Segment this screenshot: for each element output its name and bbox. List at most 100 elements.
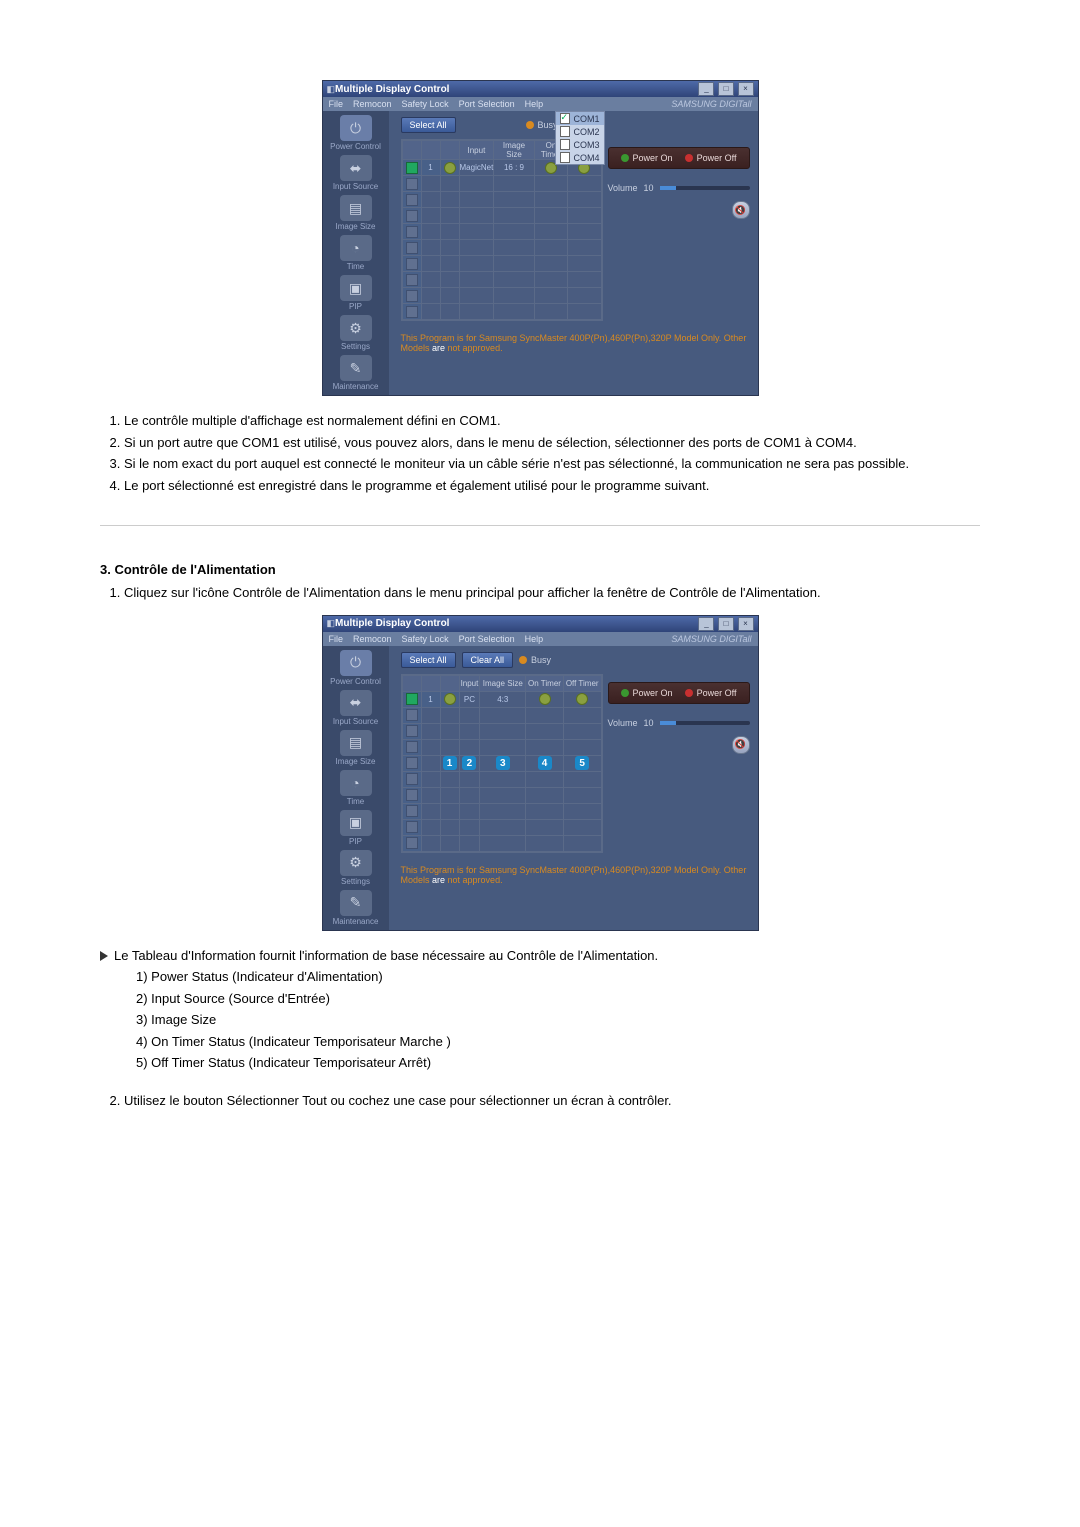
power-off-button[interactable]: Power Off — [685, 153, 737, 163]
table-row[interactable] — [402, 272, 601, 288]
sidebar-item-time[interactable]: ◔Time — [328, 770, 384, 806]
sidebar-item-input-source[interactable]: ⬌Input Source — [328, 155, 384, 191]
row-checkbox[interactable] — [406, 178, 418, 190]
sidebar-item-time[interactable]: ◔Time — [328, 235, 384, 271]
table-row[interactable] — [402, 224, 601, 240]
row-checkbox[interactable] — [406, 693, 418, 705]
table-row[interactable] — [402, 787, 601, 803]
minimize-button[interactable]: _ — [698, 617, 714, 631]
sub-item: 3) Image Size — [136, 1010, 980, 1030]
row-checkbox[interactable] — [406, 162, 418, 174]
list-item: Le contrôle multiple d'affichage est nor… — [124, 411, 980, 431]
power-off-button[interactable]: Power Off — [685, 688, 737, 698]
row-checkbox[interactable] — [406, 741, 418, 753]
row-checkbox[interactable] — [406, 757, 418, 769]
display-table: InputImage SizeOn TimerOff Timer 1PC4:3 … — [401, 674, 603, 853]
table-row[interactable] — [402, 304, 601, 320]
table-row[interactable] — [402, 240, 601, 256]
menu-safety-lock[interactable]: Safety Lock — [402, 634, 449, 644]
table-row[interactable] — [402, 739, 601, 755]
table-row[interactable] — [402, 723, 601, 739]
row-checkbox[interactable] — [406, 789, 418, 801]
mute-button[interactable]: 🔇 — [732, 201, 750, 219]
row-checkbox[interactable] — [406, 258, 418, 270]
power-on-button[interactable]: Power On — [621, 153, 673, 163]
sidebar-item-maintenance[interactable]: ✎Maintenance — [328, 355, 384, 391]
port-option-com1[interactable]: COM1 — [556, 112, 604, 125]
callout-5: 5 — [575, 756, 589, 770]
table-row[interactable] — [402, 288, 601, 304]
row-checkbox[interactable] — [406, 837, 418, 849]
clear-all-button[interactable]: Clear All — [462, 652, 514, 668]
row-checkbox[interactable] — [406, 274, 418, 286]
sidebar-item-settings[interactable]: ⚙Settings — [328, 850, 384, 886]
red-dot-icon — [685, 689, 693, 697]
sub-item: 4) On Timer Status (Indicateur Temporisa… — [136, 1032, 980, 1052]
menu-file[interactable]: File — [329, 634, 344, 644]
table-row[interactable] — [402, 803, 601, 819]
row-checkbox[interactable] — [406, 725, 418, 737]
port-option-com4[interactable]: COM4 — [556, 151, 604, 164]
busy-dot-icon — [526, 121, 534, 129]
select-all-button[interactable]: Select All — [401, 652, 456, 668]
menu-remocon[interactable]: Remocon — [353, 99, 392, 109]
sidebar-item-pip[interactable]: ▣PIP — [328, 810, 384, 846]
table-row-callouts: 12345 — [402, 755, 601, 771]
row-checkbox[interactable] — [406, 242, 418, 254]
row-checkbox[interactable] — [406, 773, 418, 785]
table-row[interactable] — [402, 256, 601, 272]
window-title: Multiple Display Control — [335, 618, 697, 629]
row-checkbox[interactable] — [406, 306, 418, 318]
volume-label: Volume — [608, 183, 638, 193]
row-checkbox[interactable] — [406, 709, 418, 721]
volume-slider[interactable] — [660, 186, 750, 190]
row-checkbox[interactable] — [406, 805, 418, 817]
menu-port-selection[interactable]: Port Selection — [459, 99, 515, 109]
mute-button[interactable]: 🔇 — [732, 736, 750, 754]
power-on-button[interactable]: Power On — [621, 688, 673, 698]
sidebar-item-settings[interactable]: ⚙Settings — [328, 315, 384, 351]
close-button[interactable]: × — [738, 82, 754, 96]
sidebar-item-power-control[interactable]: ⏻Power Control — [328, 650, 384, 686]
menu-help[interactable]: Help — [525, 634, 544, 644]
menu-safety-lock[interactable]: Safety Lock — [402, 99, 449, 109]
menu-file[interactable]: File — [329, 99, 344, 109]
sidebar-item-input-source[interactable]: ⬌Input Source — [328, 690, 384, 726]
close-button[interactable]: × — [738, 617, 754, 631]
maximize-button[interactable]: □ — [718, 82, 734, 96]
row-checkbox[interactable] — [406, 194, 418, 206]
table-row[interactable] — [402, 192, 601, 208]
work-area: ⏻Power Control ⬌Input Source ▤Image Size… — [323, 646, 758, 930]
volume-label: Volume — [608, 718, 638, 728]
table-row[interactable]: 1PC4:3 — [402, 691, 601, 707]
maximize-button[interactable]: □ — [718, 617, 734, 631]
table-row[interactable] — [402, 707, 601, 723]
select-all-button[interactable]: Select All — [401, 117, 456, 133]
sidebar-item-image-size[interactable]: ▤Image Size — [328, 195, 384, 231]
menu-port-selection[interactable]: Port Selection — [459, 634, 515, 644]
title-bar: ◧ Multiple Display Control _ □ × — [323, 616, 758, 632]
table-row[interactable] — [402, 819, 601, 835]
menu-help[interactable]: Help — [525, 99, 544, 109]
status-on-icon — [444, 162, 456, 174]
menu-remocon[interactable]: Remocon — [353, 634, 392, 644]
document-page: ◧ Multiple Display Control _ □ × File Re… — [0, 0, 1080, 1200]
table-row[interactable] — [402, 771, 601, 787]
row-checkbox[interactable] — [406, 226, 418, 238]
table-row[interactable] — [402, 835, 601, 851]
sidebar-item-pip[interactable]: ▣PIP — [328, 275, 384, 311]
port-option-com2[interactable]: COM2 — [556, 125, 604, 138]
table-row[interactable] — [402, 176, 601, 192]
list-item: Utilisez le bouton Sélectionner Tout ou … — [124, 1091, 980, 1111]
sidebar-item-power-control[interactable]: ⏻Power Control — [328, 115, 384, 151]
port-option-com3[interactable]: COM3 — [556, 138, 604, 151]
app-window-2: ◧ Multiple Display Control _ □ × File Re… — [322, 615, 759, 931]
table-row[interactable] — [402, 208, 601, 224]
row-checkbox[interactable] — [406, 821, 418, 833]
row-checkbox[interactable] — [406, 290, 418, 302]
row-checkbox[interactable] — [406, 210, 418, 222]
sidebar-item-maintenance[interactable]: ✎Maintenance — [328, 890, 384, 926]
minimize-button[interactable]: _ — [698, 82, 714, 96]
sidebar-item-image-size[interactable]: ▤Image Size — [328, 730, 384, 766]
volume-slider[interactable] — [660, 721, 750, 725]
